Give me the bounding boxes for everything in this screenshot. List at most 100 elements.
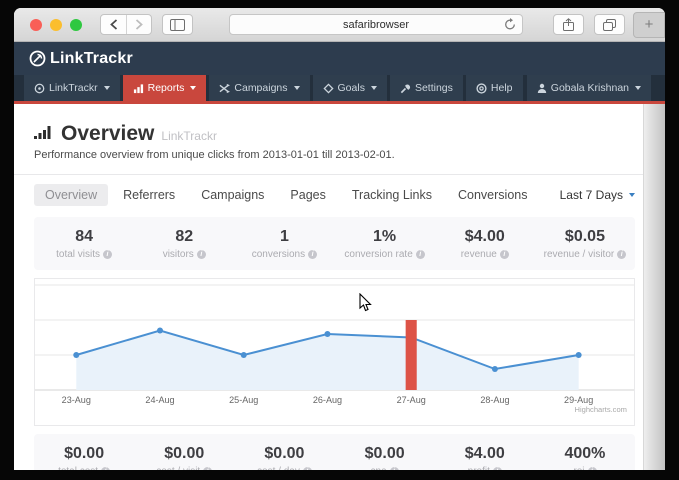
x-axis-label: 23-Aug: [62, 395, 91, 405]
bar-chart-title-icon: [34, 124, 54, 140]
window-controls: [30, 19, 82, 31]
info-icon[interactable]: i: [303, 467, 312, 470]
data-point[interactable]: [576, 352, 582, 358]
nav-item-label: LinkTrackr: [49, 82, 98, 94]
caret-down-icon: [635, 86, 641, 90]
forward-button[interactable]: [126, 15, 151, 34]
chart-icon: [133, 83, 144, 94]
data-point[interactable]: [73, 352, 79, 358]
page-title: Overview: [61, 122, 154, 146]
stat-conversions: 1conversionsi: [234, 228, 334, 260]
stats-row-bottom: $0.00total costi$0.00cost / visiti$0.00c…: [34, 434, 635, 470]
new-tab-button[interactable]: +: [633, 12, 665, 38]
nav-item-settings[interactable]: Settings: [390, 75, 463, 101]
divider: [14, 174, 665, 175]
stat-value: 82: [134, 228, 234, 246]
x-axis-label: 29-Aug: [564, 395, 593, 405]
stat-label: cpa: [371, 466, 387, 470]
tab-referrers[interactable]: Referrers: [112, 184, 186, 206]
history-nav: [100, 14, 152, 35]
share-button[interactable]: [553, 14, 584, 35]
minimize-button[interactable]: [50, 19, 62, 31]
stats-row-top: 84total visitsi82visitorsi1conversionsi1…: [34, 217, 635, 270]
x-axis-label: 28-Aug: [480, 395, 509, 405]
info-icon[interactable]: i: [617, 250, 626, 259]
info-icon[interactable]: i: [500, 250, 509, 259]
date-range-dropdown[interactable]: Last 7 Days: [560, 188, 635, 202]
sidebar-toggle-button[interactable]: [162, 14, 193, 35]
address-bar[interactable]: safaribrowser: [229, 14, 523, 35]
nav-item-label: Settings: [415, 82, 453, 94]
stat-total-cost: $0.00total costi: [34, 445, 134, 470]
info-icon[interactable]: i: [416, 250, 425, 259]
linktrackr-logo[interactable]: LinkTrackr: [29, 50, 133, 68]
info-icon[interactable]: i: [308, 250, 317, 259]
stat-label: conversion rate: [344, 249, 412, 260]
nav-item-help[interactable]: Help: [466, 75, 523, 101]
browser-window: safaribrowser + LinkTrackr LinkTrackrR: [14, 8, 665, 470]
info-icon[interactable]: i: [197, 250, 206, 259]
reload-button[interactable]: [504, 18, 516, 36]
stat-total-visits: 84 total visitsi: [34, 228, 134, 260]
stat-label: revenue: [461, 249, 497, 260]
page-content: Overview LinkTrackr Performance overview…: [14, 104, 665, 470]
stat-value: 1%: [335, 228, 435, 246]
stat-cost-day: $0.00cost / dayi: [234, 445, 334, 470]
tab-pages[interactable]: Pages: [279, 184, 336, 206]
tab-conversions[interactable]: Conversions: [447, 184, 538, 206]
date-range-label: Last 7 Days: [560, 188, 623, 202]
stat-value: $0.00: [335, 445, 435, 463]
info-icon[interactable]: i: [101, 467, 110, 470]
shuffle-icon: [219, 83, 230, 94]
stat-visitors: 82 visitorsi: [134, 228, 234, 260]
tabs: OverviewReferrersCampaignsPagesTracking …: [34, 184, 542, 206]
data-point[interactable]: [492, 366, 498, 372]
data-point[interactable]: [241, 352, 247, 358]
page-subtitle: Performance overview from unique clicks …: [34, 149, 635, 161]
stat-profit: $4.00profiti: [435, 445, 535, 470]
info-icon[interactable]: i: [588, 467, 597, 470]
stat-revenue-visitor: $0.05revenue / visitori: [535, 228, 635, 260]
tab-overview[interactable]: Overview: [34, 184, 108, 206]
chart-credit[interactable]: Highcharts.com: [575, 405, 627, 414]
tab-overview-button[interactable]: [594, 14, 625, 35]
stat-value: $0.05: [535, 228, 635, 246]
user-menu[interactable]: Gobala Krishnan: [527, 75, 651, 101]
nav-item-label: Help: [491, 82, 513, 94]
visits-chart[interactable]: 23-Aug24-Aug25-Aug26-Aug27-Aug28-Aug29-A…: [34, 278, 635, 426]
data-point[interactable]: [324, 331, 330, 337]
nav-item-goals[interactable]: Goals: [313, 75, 387, 101]
area-fill: [76, 331, 578, 391]
stat-value: 84: [34, 228, 134, 246]
stat-label: visitors: [163, 249, 194, 260]
info-icon[interactable]: i: [103, 250, 112, 259]
caret-down-icon: [104, 86, 110, 90]
close-button[interactable]: [30, 19, 42, 31]
scrollbar-track[interactable]: [643, 104, 665, 470]
nav-item-label: Goals: [338, 82, 365, 94]
info-icon[interactable]: i: [390, 467, 399, 470]
nav-items: LinkTrackr ReportsCampaigns Goals Settings H…: [24, 75, 526, 101]
stat-label: total visits: [56, 249, 100, 260]
zoom-button[interactable]: [70, 19, 82, 31]
nav-item-campaigns[interactable]: Campaigns: [209, 75, 309, 101]
highlight-column[interactable]: [406, 320, 417, 390]
stat-label: conversions: [252, 249, 305, 260]
back-button[interactable]: [101, 15, 126, 34]
tab-tracking-links[interactable]: Tracking Links: [341, 184, 443, 206]
info-icon[interactable]: i: [493, 467, 502, 470]
site-header: LinkTrackr: [14, 42, 665, 75]
share-icon: [563, 18, 574, 31]
nav-item-linktrackr[interactable]: LinkTrackr: [24, 75, 120, 101]
x-axis-label: 26-Aug: [313, 395, 342, 405]
data-point[interactable]: [157, 328, 163, 334]
linktrackr-logo-icon: [29, 50, 46, 67]
nav-item-reports[interactable]: Reports: [123, 75, 207, 101]
user-icon: [537, 83, 547, 93]
tab-campaigns[interactable]: Campaigns: [190, 184, 275, 206]
stat-value: 400%: [535, 445, 635, 463]
stat-label: roi: [573, 466, 584, 470]
chevron-right-icon: [135, 19, 143, 30]
stat-label: profit: [468, 466, 490, 470]
info-icon[interactable]: i: [203, 467, 212, 470]
